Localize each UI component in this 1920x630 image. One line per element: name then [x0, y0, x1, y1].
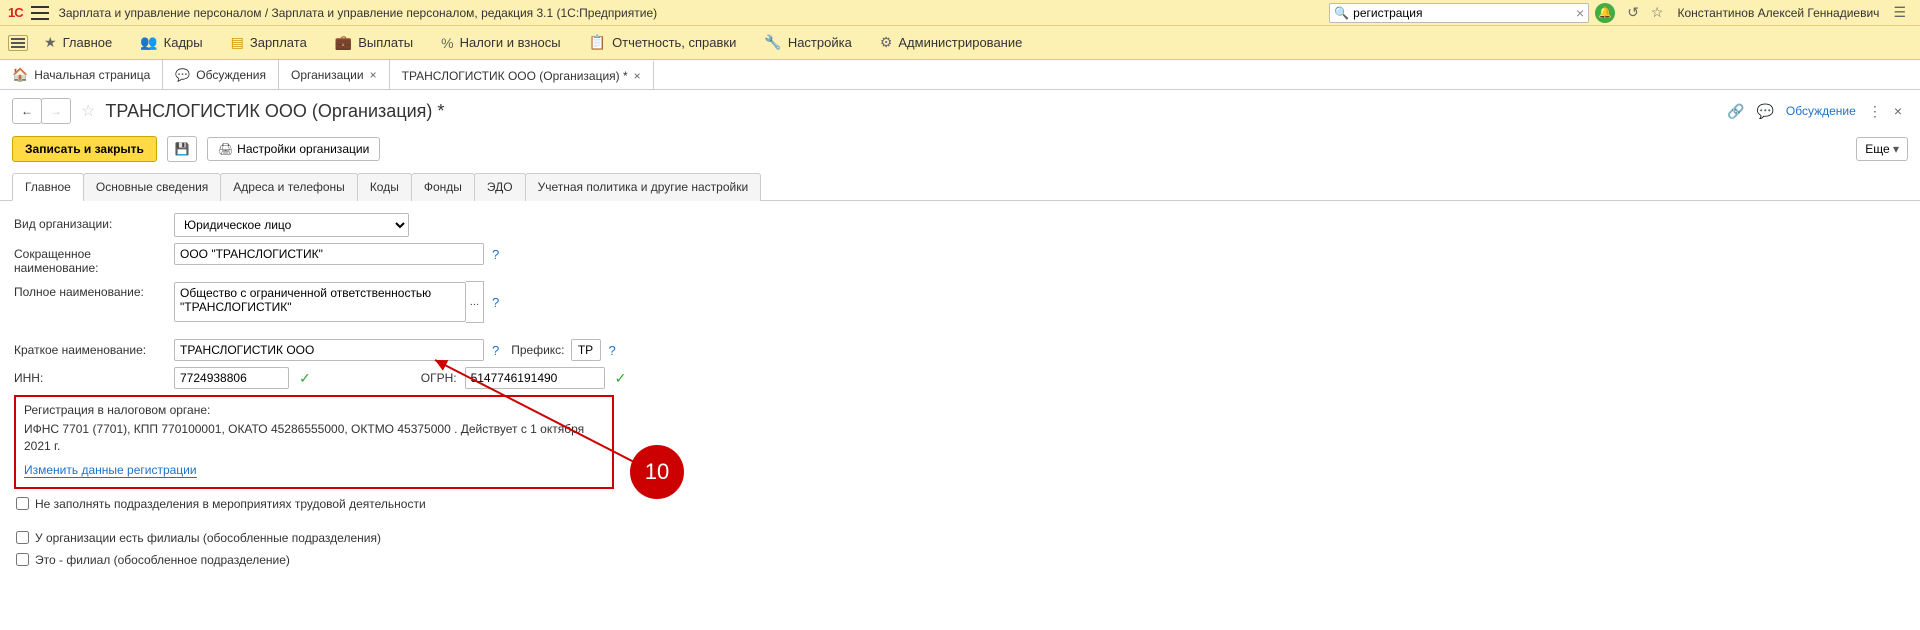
- cb-no-subdivisions[interactable]: Не заполнять подразделения в мероприятия…: [14, 497, 1906, 511]
- search-icon: 🔍: [1334, 6, 1349, 20]
- cb-has-branches[interactable]: У организации есть филиалы (обособленные…: [14, 531, 1906, 545]
- form-area: Вид организации: Юридическое лицо Сокращ…: [0, 201, 1920, 579]
- percent-icon: %: [441, 35, 453, 51]
- link-icon[interactable]: 🔗: [1727, 103, 1744, 120]
- ogrn-input[interactable]: [465, 367, 605, 389]
- bookmark-star-icon[interactable]: ☆: [81, 101, 95, 121]
- more-button[interactable]: Еще: [1856, 137, 1908, 161]
- search-input[interactable]: [1353, 6, 1576, 20]
- itab-funds[interactable]: Фонды: [411, 173, 475, 201]
- itab-codes[interactable]: Коды: [357, 173, 412, 201]
- inner-tabs: Главное Основные сведения Адреса и телеф…: [0, 172, 1920, 201]
- home-icon: 🏠: [12, 67, 28, 83]
- tax-registration-box: Регистрация в налоговом органе: ИФНС 770…: [14, 395, 614, 489]
- expand-icon[interactable]: …: [466, 281, 484, 323]
- annotation-badge: 10: [630, 445, 684, 499]
- itab-policy[interactable]: Учетная политика и другие настройки: [525, 173, 762, 201]
- label-inn: ИНН:: [14, 367, 174, 385]
- menu-admin[interactable]: ⚙Администрирование: [880, 34, 1023, 51]
- org-type-select[interactable]: Юридическое лицо: [174, 213, 409, 237]
- chat-icon[interactable]: 💬: [1756, 103, 1773, 120]
- menu-taxes[interactable]: %Налоги и взносы: [441, 35, 561, 51]
- menu-settings[interactable]: 🔧Настройка: [764, 34, 851, 51]
- chat-icon: 💬: [175, 68, 190, 82]
- wrench-icon: 🔧: [764, 34, 781, 51]
- itab-addresses[interactable]: Адреса и телефоны: [220, 173, 358, 201]
- brief-name-input[interactable]: [174, 339, 484, 361]
- page-header: ← → ☆ ТРАНСЛОГИСТИК ООО (Организация) * …: [0, 90, 1920, 132]
- help-icon[interactable]: ?: [492, 295, 499, 310]
- settings-icon[interactable]: ☰: [1893, 4, 1906, 21]
- full-name-input[interactable]: Общество с ограниченной ответственностью…: [174, 282, 466, 322]
- save-button[interactable]: 💾: [167, 136, 197, 162]
- menu-payments[interactable]: 💼Выплаты: [335, 34, 413, 51]
- prefix-input[interactable]: [571, 339, 601, 361]
- burger-icon[interactable]: [31, 6, 49, 20]
- menu-salary[interactable]: ▤Зарплата: [231, 34, 307, 51]
- label-full-name: Полное наименование:: [14, 281, 174, 299]
- cb-is-branch[interactable]: Это - филиал (обособленное подразделение…: [14, 553, 1906, 567]
- history-icon[interactable]: ↺: [1627, 4, 1639, 21]
- notifications-bell-icon[interactable]: 🔔: [1595, 3, 1615, 23]
- title-bar: 1С Зарплата и управление персоналом / За…: [0, 0, 1920, 26]
- save-and-close-button[interactable]: Записать и закрыть: [12, 136, 157, 162]
- nav-forward-button[interactable]: →: [41, 98, 71, 124]
- org-settings-button[interactable]: 🖨Настройки организации: [207, 137, 380, 161]
- star-icon: ★: [44, 34, 57, 51]
- kebab-icon[interactable]: ⋮: [1868, 103, 1882, 120]
- current-user: Константинов Алексей Геннадиевич: [1677, 6, 1879, 20]
- menu-all-sections-icon[interactable]: [8, 35, 28, 51]
- checkbox[interactable]: [16, 531, 29, 544]
- label-brief-name: Краткое наименование:: [14, 339, 174, 357]
- app-logo: 1С: [8, 5, 23, 20]
- checkbox[interactable]: [16, 497, 29, 510]
- menu-reports[interactable]: 📋Отчетность, справки: [589, 34, 737, 51]
- itab-edo[interactable]: ЭДО: [474, 173, 526, 201]
- print-icon: 🖨: [218, 142, 233, 156]
- inn-input[interactable]: [174, 367, 289, 389]
- floppy-icon: 💾: [174, 142, 189, 156]
- clipboard-icon: 📋: [589, 34, 606, 51]
- check-ok-icon: ✓: [299, 370, 311, 387]
- main-menu: ★Главное 👥Кадры ▤Зарплата 💼Выплаты %Нало…: [0, 26, 1920, 60]
- close-icon[interactable]: ×: [634, 69, 641, 83]
- itab-basic[interactable]: Основные сведения: [83, 173, 221, 201]
- tab-home[interactable]: 🏠Начальная страница: [0, 60, 163, 89]
- help-icon[interactable]: ?: [492, 343, 499, 358]
- help-icon[interactable]: ?: [609, 343, 616, 358]
- help-icon[interactable]: ?: [492, 247, 499, 262]
- favorite-icon[interactable]: ☆: [1651, 4, 1664, 21]
- form-toolbar: Записать и закрыть 💾 🖨Настройки организа…: [0, 132, 1920, 172]
- label-prefix: Префикс:: [511, 343, 564, 357]
- tab-discussions[interactable]: 💬Обсуждения: [163, 60, 279, 89]
- menu-main[interactable]: ★Главное: [44, 34, 112, 51]
- close-page-icon[interactable]: ×: [1894, 103, 1902, 119]
- label-short-name: Сокращенное наименование:: [14, 243, 174, 275]
- people-icon: 👥: [140, 34, 157, 51]
- menu-personnel[interactable]: 👥Кадры: [140, 34, 202, 51]
- window-title: Зарплата и управление персоналом / Зарпл…: [59, 6, 658, 20]
- wallet-icon: 💼: [335, 34, 352, 51]
- list-icon: ▤: [231, 34, 244, 51]
- page-title: ТРАНСЛОГИСТИК ООО (Организация) *: [105, 101, 444, 122]
- open-tabs: 🏠Начальная страница 💬Обсуждения Организа…: [0, 60, 1920, 90]
- nav-back-button[interactable]: ←: [12, 98, 42, 124]
- close-icon[interactable]: ×: [370, 68, 377, 82]
- tab-current-org[interactable]: ТРАНСЛОГИСТИК ООО (Организация) *×: [390, 60, 654, 89]
- change-registration-link[interactable]: Изменить данные регистрации: [24, 463, 197, 478]
- label-ogrn: ОГРН:: [421, 371, 457, 385]
- global-search[interactable]: 🔍 ×: [1329, 3, 1589, 23]
- reg-body: ИФНС 7701 (7701), КПП 770100001, ОКАТО 4…: [24, 421, 604, 455]
- check-ok-icon: ✓: [615, 370, 627, 387]
- checkbox[interactable]: [16, 553, 29, 566]
- reg-title: Регистрация в налоговом органе:: [24, 403, 604, 417]
- tab-organizations[interactable]: Организации×: [279, 60, 390, 89]
- discussion-link[interactable]: Обсуждение: [1786, 104, 1856, 118]
- gear-icon: ⚙: [880, 34, 893, 51]
- label-org-type: Вид организации:: [14, 213, 174, 231]
- clear-search-icon[interactable]: ×: [1576, 5, 1584, 21]
- short-name-input[interactable]: [174, 243, 484, 265]
- itab-main[interactable]: Главное: [12, 173, 84, 201]
